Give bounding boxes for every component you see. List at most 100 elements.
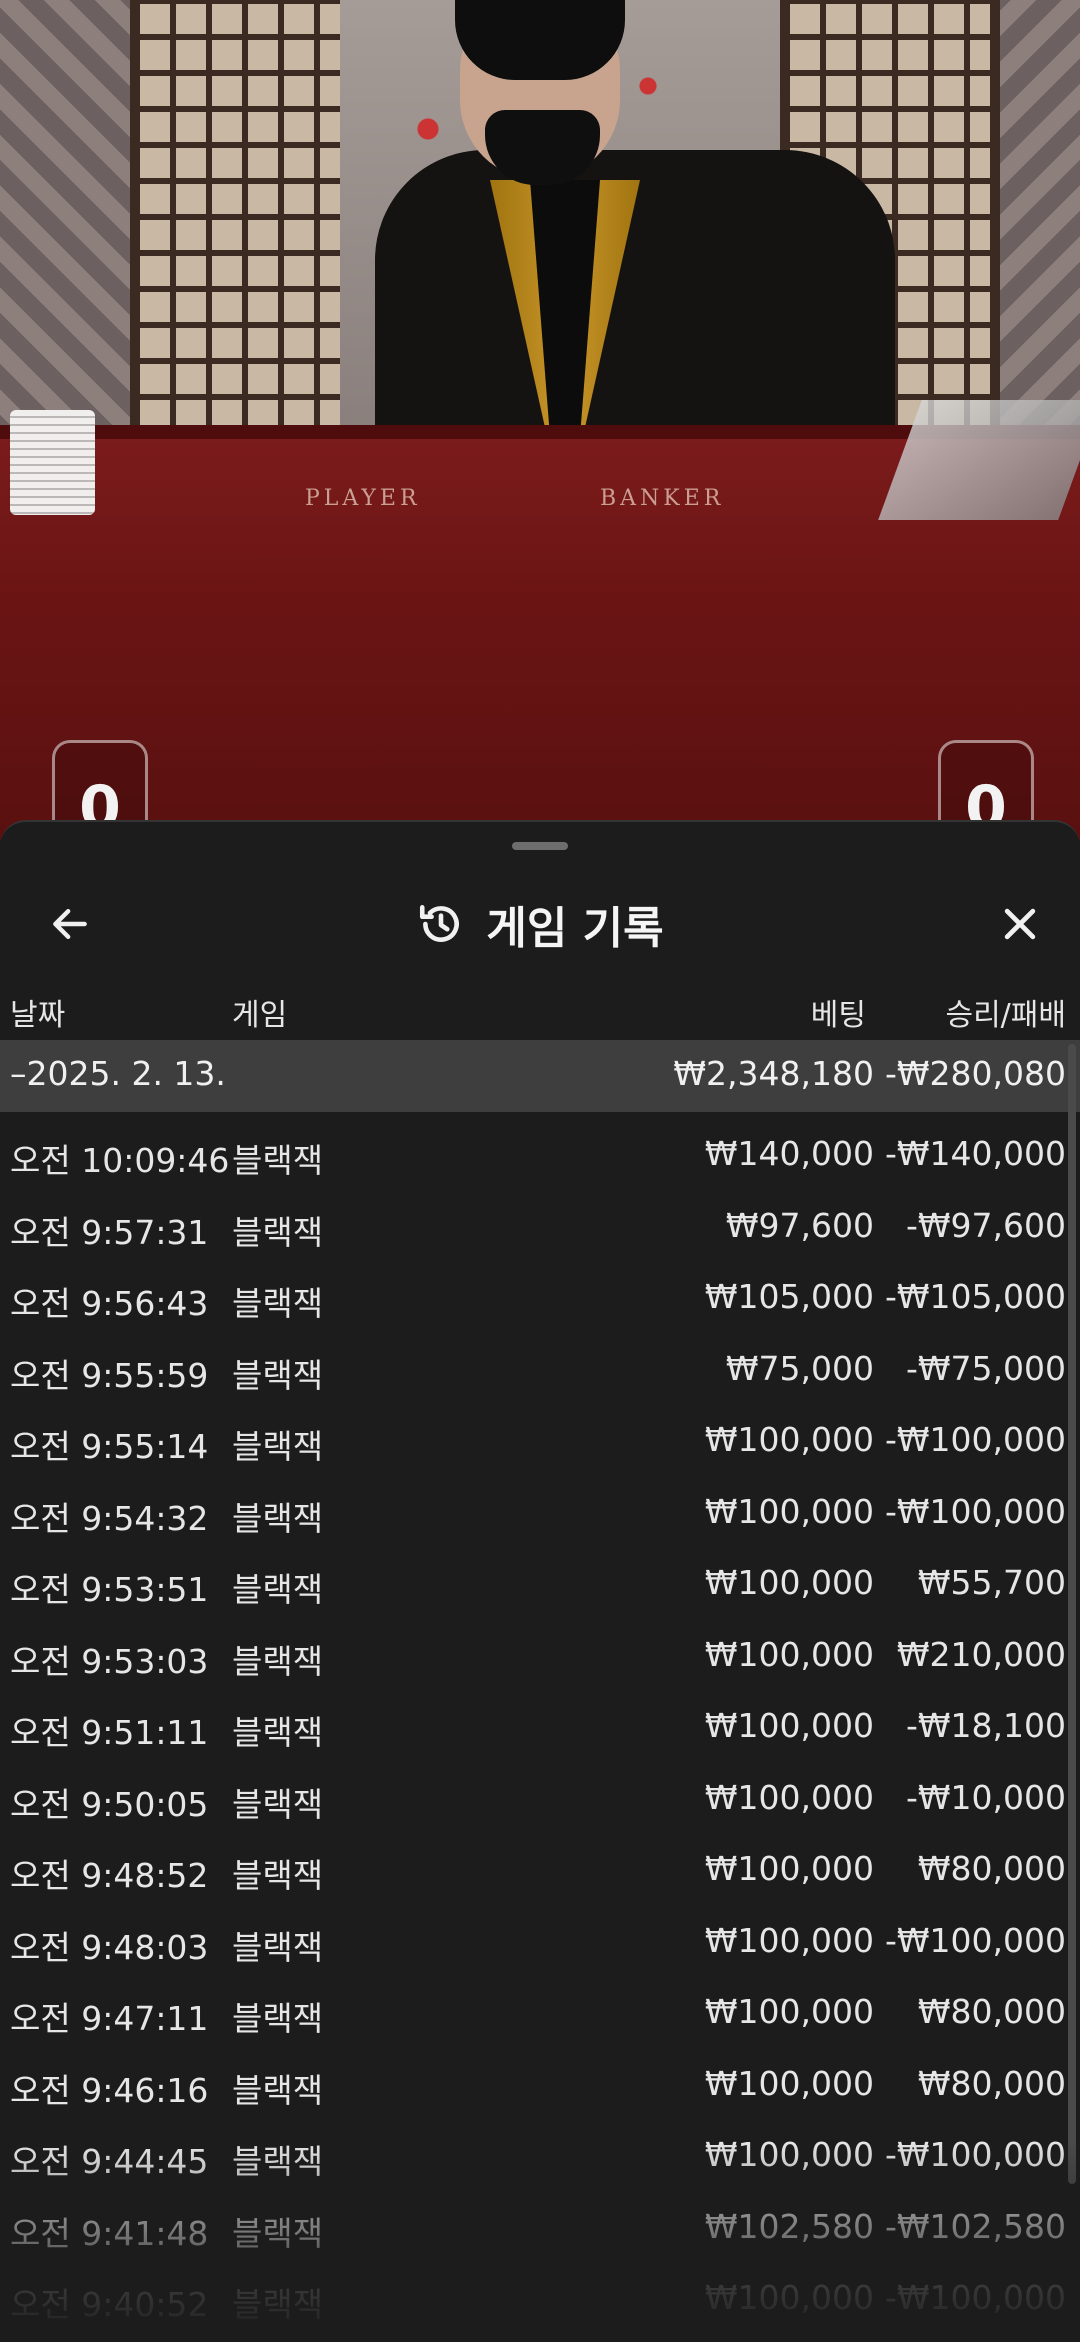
row-game: 블랙잭 [232,2142,324,2181]
table-row[interactable]: 오전 9:54:32 블랙잭 ₩100,000 -₩100,000 [0,1480,1080,1552]
row-bet: ₩97,600 [725,1205,874,1245]
close-button[interactable] [980,884,1060,964]
table-row[interactable]: 오전 9:46:16 블랙잭 ₩100,000 ₩80,000 [0,2052,1080,2124]
row-winloss: -₩100,000 [884,1491,1066,1531]
row-time: 오전 9:48:52 [10,1856,209,1895]
row-winloss: ₩80,000 [917,1849,1066,1888]
game-history-sheet: 게임 기록 날짜 게임 베팅 승리/패배 –2025. 2. 13. ₩2,34… [0,820,1080,2342]
row-bet: ₩100,000 [704,1849,874,1888]
sheet-header: 게임 기록 [0,874,1080,964]
row-game: 블랙잭 [232,1856,324,1895]
row-game: 블랙잭 [232,2285,324,2324]
group-date: –2025. 2. 13. [10,1054,226,1093]
column-winloss: 승리/패배 [945,998,1066,1033]
row-game: 블랙잭 [232,1999,324,2038]
row-game: 블랙잭 [232,1498,324,1538]
table-row[interactable]: 오전 9:53:03 블랙잭 ₩100,000 ₩210,000 [0,1623,1080,1695]
sheet-drag-handle[interactable] [512,842,568,850]
row-winloss: -₩18,100 [905,1706,1066,1745]
row-bet: ₩100,000 [704,1634,874,1674]
row-bet: ₩102,580 [704,2206,874,2246]
column-date: 날짜 [10,998,66,1033]
row-winloss: -₩100,000 [884,1420,1066,1459]
table-row[interactable]: 오전 9:55:14 블랙잭 ₩100,000 -₩100,000 [0,1408,1080,1480]
row-game: 블랙잭 [232,1212,324,1252]
table-row[interactable]: 오전 9:57:31 블랙잭 ₩97,600 -₩97,600 [0,1194,1080,1266]
row-game: 블랙잭 [232,1427,324,1466]
row-game: 블랙잭 [232,1713,324,1752]
table-row[interactable]: 오전 9:48:03 블랙잭 ₩100,000 -₩100,000 [0,1909,1080,1981]
backdrop-wall [0,0,140,440]
row-game: 블랙잭 [232,1784,324,1824]
row-winloss: -₩97,600 [905,1205,1066,1245]
row-winloss: -₩75,000 [905,1348,1066,1388]
row-game: 블랙잭 [232,1641,324,1681]
column-game: 게임 [232,998,288,1033]
row-bet: ₩100,000 [704,1777,874,1817]
row-game: 블랙잭 [232,1284,324,1323]
row-bet: ₩100,000 [704,1706,874,1745]
row-winloss: -₩100,000 [884,2278,1066,2317]
row-winloss: -₩100,000 [884,2135,1066,2174]
sheet-title: 게임 기록 [486,903,664,954]
row-time: 오전 9:55:14 [10,1427,209,1466]
scrollbar[interactable] [1068,1044,1076,2184]
row-time: 오전 9:46:16 [10,2070,209,2110]
row-winloss: -₩100,000 [884,1920,1066,1960]
row-time: 오전 9:57:31 [10,1212,209,1252]
history-icon [420,905,460,942]
date-group-row[interactable]: –2025. 2. 13. ₩2,348,180 -₩280,080 [0,1040,1080,1112]
row-time: 오전 10:09:46 [10,1141,230,1180]
table-row[interactable]: 오전 9:55:59 블랙잭 ₩75,000 -₩75,000 [0,1337,1080,1409]
row-bet: ₩75,000 [725,1348,874,1388]
table-row[interactable]: 오전 10:09:46 블랙잭 ₩140,000 -₩140,000 [0,1122,1080,1194]
row-bet: ₩100,000 [704,1920,874,1960]
group-winloss-total: -₩280,080 [884,1054,1066,1093]
table-row[interactable]: 오전 9:56:43 블랙잭 ₩105,000 -₩105,000 [0,1265,1080,1337]
felt-label-player: PLAYER [305,486,421,511]
group-bet-total: ₩2,348,180 [673,1054,874,1093]
row-time: 오전 9:53:03 [10,1641,209,1681]
table-row[interactable]: 오전 9:50:05 블랙잭 ₩100,000 -₩10,000 [0,1766,1080,1838]
row-game: 블랙잭 [232,2213,324,2253]
row-time: 오전 9:55:59 [10,1355,209,1395]
table-row[interactable]: 오전 9:40:52 블랙잭 ₩100,000 -₩100,000 [0,2266,1080,2338]
table-row[interactable]: 오전 9:53:51 블랙잭 ₩100,000 ₩55,700 [0,1551,1080,1623]
close-icon [1004,908,1036,940]
row-game: 블랙잭 [232,2070,324,2110]
row-bet: ₩100,000 [704,2063,874,2103]
row-winloss: -₩10,000 [905,1777,1066,1817]
row-winloss: ₩80,000 [917,2063,1066,2103]
row-bet: ₩100,000 [704,1563,874,1602]
row-winloss: ₩210,000 [896,1634,1066,1674]
row-time: 오전 9:41:48 [10,2213,209,2253]
table-row[interactable]: 오전 9:51:11 블랙잭 ₩100,000 -₩18,100 [0,1694,1080,1766]
row-bet: ₩100,000 [704,2135,874,2174]
row-time: 오전 9:56:43 [10,1284,209,1323]
table-row[interactable]: 오전 9:41:48 블랙잭 ₩102,580 -₩102,580 [0,2195,1080,2267]
felt-label-banker: BANKER [600,486,725,511]
row-time: 오전 9:48:03 [10,1927,209,1967]
row-time: 오전 9:40:52 [10,2285,209,2324]
lattice-screen [130,0,350,430]
dealer-hair [455,0,625,80]
table-row[interactable]: 오전 9:48:52 블랙잭 ₩100,000 ₩80,000 [0,1837,1080,1909]
row-time: 오전 9:50:05 [10,1784,209,1824]
sheet-title-wrap: 게임 기록 [0,892,1080,956]
row-bet: ₩105,000 [704,1277,874,1316]
row-winloss: ₩55,700 [917,1563,1066,1602]
table-header: 날짜 게임 베팅 승리/패배 [0,974,1080,1044]
row-bet: ₩100,000 [704,2278,874,2317]
table-row[interactable]: 오전 9:44:45 블랙잭 ₩100,000 -₩100,000 [0,2123,1080,2195]
row-time: 오전 9:47:11 [10,1999,209,2038]
row-time: 오전 9:54:32 [10,1498,209,1538]
table-row[interactable]: 오전 9:47:11 블랙잭 ₩100,000 ₩80,000 [0,1980,1080,2052]
live-video-feed: PLAYER BANKER 0 0 [0,0,1080,840]
row-winloss: -₩102,580 [884,2206,1066,2246]
row-bet: ₩100,000 [704,1491,874,1531]
row-game: 블랙잭 [232,1927,324,1967]
row-time: 오전 9:44:45 [10,2142,209,2181]
row-game: 블랙잭 [232,1141,324,1180]
row-winloss: -₩140,000 [884,1134,1066,1173]
row-winloss: -₩105,000 [884,1277,1066,1316]
